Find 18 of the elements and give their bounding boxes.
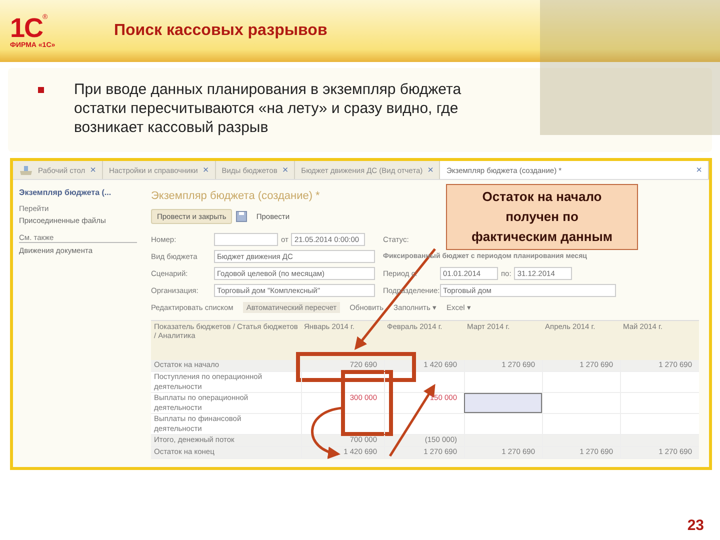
- desk-icon: [19, 164, 33, 176]
- nav-title: Экземпляр бюджета (...: [19, 188, 112, 197]
- slide-title: Поиск кассовых разрывов: [114, 22, 328, 40]
- save-icon[interactable]: [236, 211, 248, 222]
- close-icon[interactable]: ×: [696, 164, 702, 176]
- close-icon[interactable]: ×: [202, 164, 209, 176]
- arrow: [311, 406, 342, 458]
- close-icon[interactable]: ×: [282, 164, 288, 176]
- table-cell[interactable]: [464, 393, 542, 413]
- close-icon[interactable]: ×: [90, 164, 96, 176]
- callout-note: Остаток на начало получен по фактическим данным: [446, 184, 638, 250]
- bullet-text: При вводе данных планирования в экземпляр бюджета остатки пересчитываются «на лету» и сразу видно, где возникает кассовый разрыв: [74, 80, 462, 138]
- number-field[interactable]: [214, 232, 278, 246]
- page-number: 23: [687, 517, 704, 534]
- close-icon[interactable]: ×: [428, 164, 434, 176]
- logo-mark: 1С: [10, 14, 43, 42]
- form-title: Экземпляр бюджета (создание) *: [151, 190, 320, 202]
- bullet-icon: [38, 87, 44, 93]
